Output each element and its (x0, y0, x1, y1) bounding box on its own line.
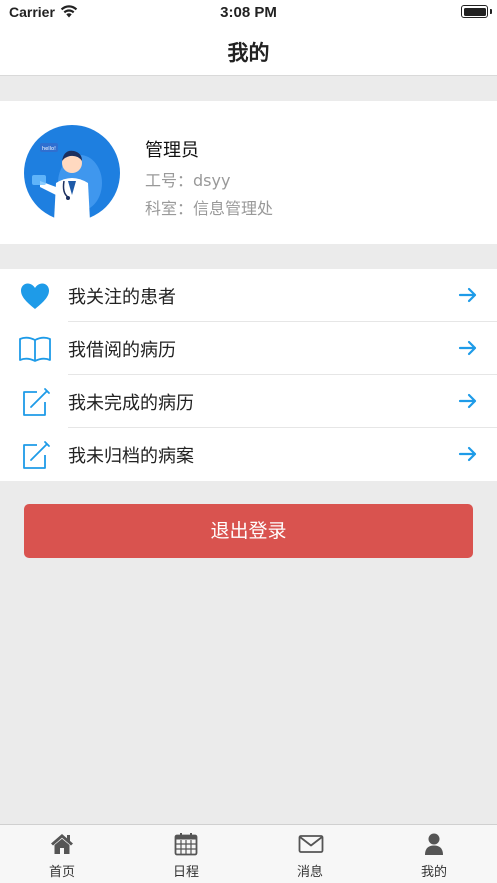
tab-bar: 首页 日程 消息 我的 (0, 824, 497, 883)
menu-item-incomplete-records[interactable]: 我未完成的病历 (0, 375, 497, 428)
department-label: 科室： (145, 199, 194, 218)
menu-item-unarchived-cases[interactable]: 我未归档的病案 (0, 428, 497, 481)
department-value: 信息管理处 (193, 199, 274, 218)
tab-label: 消息 (296, 865, 323, 880)
page-title: 我的 (227, 41, 270, 65)
status-bar: Carrier 3:08 PM (0, 0, 497, 26)
arrow-right-icon (458, 446, 477, 462)
tab-label: 我的 (420, 865, 447, 880)
menu-item-followed-patients[interactable]: 我关注的患者 (0, 269, 497, 322)
arrow-right-icon (458, 393, 477, 409)
employee-id-label: 工号： (145, 171, 194, 190)
arrow-right-icon (458, 287, 477, 303)
book-icon (19, 336, 51, 362)
avatar-badge: hello! (42, 146, 56, 152)
edit-icon (23, 388, 50, 416)
envelope-icon (298, 835, 324, 853)
tab-label: 首页 (48, 865, 75, 880)
tab-messages[interactable]: 消息 (248, 825, 372, 883)
profile-name: 管理员 (145, 140, 199, 161)
home-icon (51, 834, 73, 854)
status-time: 3:08 PM (220, 4, 277, 21)
tab-mine[interactable]: 我的 (372, 825, 496, 883)
nav-bar: 我的 (0, 26, 497, 76)
logout-button[interactable]: 退出登录 (24, 504, 473, 558)
menu-item-label: 我关注的患者 (68, 287, 176, 308)
arrow-right-icon (458, 340, 477, 356)
tab-home[interactable]: 首页 (0, 825, 124, 883)
menu-list: 我关注的患者 我借阅的病历 我未完成的病历 我未归档的病案 (0, 269, 497, 481)
heart-icon (21, 283, 49, 309)
tab-schedule[interactable]: 日程 (124, 825, 248, 883)
battery-icon (461, 5, 488, 18)
edit-icon (23, 441, 50, 469)
profile-department: 科室：信息管理处 (145, 195, 273, 219)
menu-item-label: 我未完成的病历 (68, 393, 194, 414)
calendar-icon (174, 833, 198, 856)
tab-label: 日程 (172, 865, 199, 880)
user-icon (425, 833, 443, 855)
doctor-avatar-icon: hello! (24, 125, 120, 221)
profile-employee-id: 工号：dsyy (145, 167, 230, 191)
battery-tip (489, 9, 492, 14)
profile-card: hello! 管理员 工号：dsyy 科室：信息管理处 (0, 101, 497, 244)
menu-item-label: 我借阅的病历 (68, 340, 176, 361)
employee-id-value: dsyy (193, 171, 231, 190)
menu-item-borrowed-records[interactable]: 我借阅的病历 (0, 322, 497, 375)
menu-item-label: 我未归档的病案 (68, 446, 194, 467)
